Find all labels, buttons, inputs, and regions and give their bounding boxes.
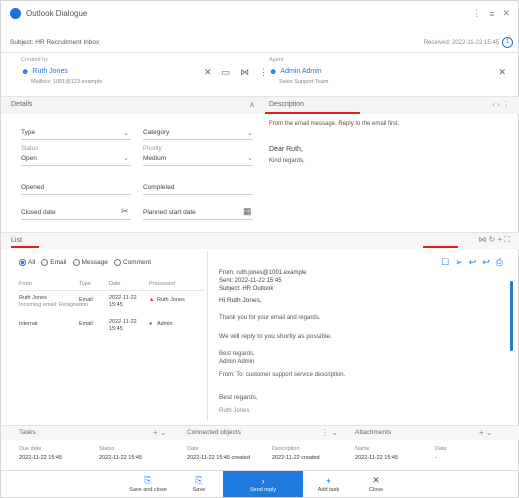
plus-icon: + [325,475,332,486]
connected-tools-icon[interactable]: ⋮ ⌄ [321,428,338,437]
save-icon: ⎘ [195,475,203,485]
save-button[interactable]: ⎘ Save [179,471,219,497]
reply-icon[interactable]: ↩ [469,257,477,268]
open-icon[interactable]: ☐ [441,257,449,268]
type-field[interactable]: Type [21,129,121,136]
list-row[interactable]: Internal Email 2022-11-22 15:45 ● Admin [19,319,204,339]
details-header[interactable]: Details ∧ [1,97,263,114]
col-date[interactable]: Date [109,281,121,287]
description-title: Description [269,101,305,108]
agent-sub: Sales Support Team [279,79,329,85]
close-window-icon[interactable]: ✕ [502,8,510,19]
connected-title: Connected objects [187,429,241,436]
send-reply-button[interactable]: › Send reply [223,471,303,497]
category-field[interactable]: Category [143,129,243,136]
app-logo-icon [10,8,21,19]
subject-text: Subject: HR Recruitment Inbox [10,39,100,46]
reply-all-icon[interactable]: ↩ [482,257,490,268]
creator-name[interactable]: Ruth Jones [32,68,67,75]
dialogue-window: Outlook Dialogue ⋮ ≡ ✕ Subject: HR Recru… [0,0,519,498]
description-line3: Kind regards, [269,158,305,164]
creator-sub: Mailbox: 1001@123.example [31,79,103,85]
list-title: List [11,237,22,244]
list-row[interactable]: Ruth Jones Incoming email: Resignation E… [19,295,204,315]
agent-icon: ☻ [269,67,278,76]
menu-icon[interactable]: ≡ [489,9,494,19]
preview-body1: Thank you for your email and regards. [219,315,321,321]
merge-icon[interactable]: ⋈ [240,67,249,78]
tasks-title: Tasks [19,429,36,436]
filter-email[interactable]: Email [41,259,67,266]
preview-closing: Best regards, [219,394,258,401]
category-chevron-icon[interactable]: ⌄ [247,129,253,137]
preview-header: From: ruth.jones@1001.example Sent: 2022… [219,270,307,292]
planned-start-input[interactable]: Planned start date [143,209,196,216]
preview-greeting: Hi Ruth Jones, [219,297,262,304]
clear-icon[interactable]: ✕ [204,67,212,78]
description-line1: From the email message. Reply to the ema… [269,121,400,127]
contact-icon: ☻ [21,67,30,76]
close-icon: ✕ [372,475,380,485]
opened-field[interactable]: Opened [21,184,44,191]
priority-chevron-icon[interactable]: ⌄ [247,154,253,162]
save-close-icon: ⎘ [144,475,152,485]
tasks-tools-icon[interactable]: + ⌄ [153,428,167,437]
priority-field[interactable]: Priority Medium [143,146,166,162]
save-and-close-button[interactable]: ⎘ Save and close [123,471,173,497]
flag-icon: ▲ [149,297,155,303]
attachments-title: Attachments [355,429,392,436]
filter-all[interactable]: All [19,259,35,266]
preview-signature: Best regards, Admin Admin [219,351,255,365]
status-field[interactable]: Status Open [21,146,38,162]
agent-name[interactable]: Admin Admin [280,68,321,75]
attachments-tools-icon[interactable]: + ⌄ [479,428,493,437]
type-chevron-icon[interactable]: ⌄ [123,129,129,137]
forward-icon[interactable]: ➢ [455,257,463,268]
print-icon[interactable]: ⎙ [496,257,503,268]
collapse-icon[interactable]: ∧ [249,100,255,109]
description-line2: Dear Ruth, [269,146,303,153]
status-chevron-icon[interactable]: ⌄ [123,154,129,162]
col-from[interactable]: From [19,281,32,287]
bottom-toolbar: ⎘ Save and close ⎘ Save › Send reply + A… [1,470,518,497]
filter-comment[interactable]: Comment [113,259,151,266]
avatar: ● [149,321,153,327]
creator-label: Created by [21,57,48,63]
details-title: Details [11,101,33,108]
description-tools-icon[interactable]: ‹ › ⋮ [492,100,510,109]
more-contact-icon[interactable]: ⋮ [259,67,268,78]
send-icon: › [261,475,265,486]
calendar-icon[interactable]: ▦ [243,206,252,217]
closed-date-input[interactable]: Closed date [21,209,56,216]
col-type[interactable]: Type [79,281,91,287]
completed-field[interactable]: Completed [143,184,174,191]
bottom-panels-header: Tasks + ⌄ Connected objects ⋮ ⌄ Attachme… [1,426,519,440]
close-button[interactable]: ✕ Close [356,471,396,497]
tools-icon[interactable]: ✂ [121,206,129,217]
window-icon[interactable]: ▭ [222,67,231,78]
filter-group: All Email Message Comment [19,259,157,266]
window-title: Outlook Dialogue [26,9,88,18]
col-processed[interactable]: Processed [149,281,175,287]
filter-message[interactable]: Message [72,259,108,266]
title-area: Outlook Dialogue [10,8,87,19]
list-tools-icon[interactable]: ⋈ ↻ + ⛶ [478,235,510,245]
more-options-icon[interactable]: ⋮ [472,8,481,19]
preview-body2: We will reply to you shortly as possible… [219,333,332,340]
received-date: Received: 2022-11-22 15:45 [423,39,499,46]
info-badge[interactable]: 1 [502,37,513,48]
agent-label: Agent [269,57,284,63]
preview-name: Ruth Jones [219,408,250,414]
preview-body3: From: To: customer support service descr… [219,372,346,378]
preview-scrollbar[interactable] [510,281,513,351]
add-task-button[interactable]: + Add task [306,471,351,497]
remove-agent-icon[interactable]: ✕ [498,67,506,78]
